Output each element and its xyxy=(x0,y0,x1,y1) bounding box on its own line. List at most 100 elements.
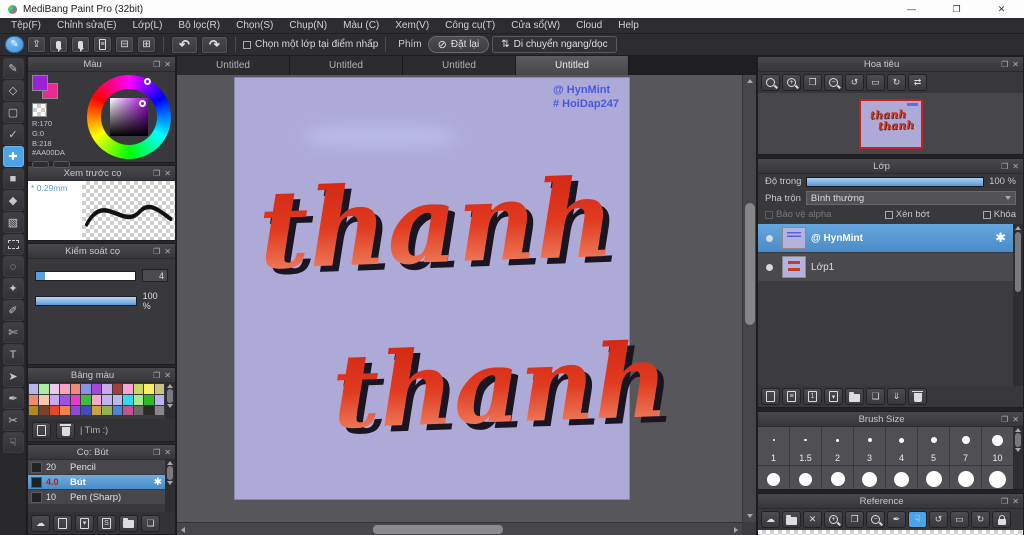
menu-item[interactable]: Chọn(S) xyxy=(228,20,281,31)
divide-tool[interactable]: ✂ xyxy=(2,410,24,431)
canvas[interactable]: @ HynMint # HoiDap247 thanh thanh thanh … xyxy=(235,78,676,499)
close-panel-icon[interactable]: ✕ xyxy=(1012,415,1019,424)
popout-panel-icon[interactable]: ❐ xyxy=(153,247,160,256)
eyedropper-icon[interactable]: ✒ xyxy=(887,511,906,528)
scroll-thumb[interactable] xyxy=(167,389,173,403)
palette-swatch[interactable] xyxy=(60,406,70,415)
menu-item[interactable]: Chụp(N) xyxy=(281,20,335,31)
select-pen-tool[interactable]: ✐ xyxy=(2,300,24,321)
palette-swatch[interactable] xyxy=(133,406,144,415)
brush-size-value[interactable]: 4 xyxy=(142,269,168,282)
Pencil[interactable]: 20 Pencil xyxy=(28,460,165,475)
layer-settings-icon[interactable]: ✱ xyxy=(995,230,1006,246)
lock-checkbox[interactable]: Khóa xyxy=(982,209,1016,220)
duplicate-brush-icon[interactable]: ❏ xyxy=(141,514,160,532)
layer-list-scrollbar[interactable] xyxy=(1013,224,1023,386)
open-folder-icon[interactable] xyxy=(782,511,801,528)
popout-panel-icon[interactable]: ❐ xyxy=(1001,60,1008,69)
color-option-button-2[interactable] xyxy=(53,161,70,168)
color-wheel[interactable] xyxy=(87,75,171,159)
scroll-down-button[interactable] xyxy=(743,510,756,522)
popout-panel-icon[interactable]: ❐ xyxy=(153,448,160,457)
close-button[interactable]: ✕ xyxy=(979,0,1024,18)
palette-search-label[interactable]: | Tìm :) xyxy=(80,425,108,435)
close-panel-icon[interactable]: ✕ xyxy=(1012,497,1019,506)
delete-palette-color-button[interactable] xyxy=(56,421,75,439)
menu-item[interactable]: Lớp(L) xyxy=(125,20,171,31)
minimize-button[interactable]: — xyxy=(889,0,934,18)
select-layer-checkbox[interactable]: Chọn một lớp tại điểm nhấp xyxy=(243,39,378,50)
document-tab[interactable]: Untitled xyxy=(403,56,516,75)
palette-swatch[interactable] xyxy=(112,406,123,415)
zoom-out-icon[interactable]: − xyxy=(866,511,885,528)
zoom-in-icon[interactable]: + xyxy=(824,511,843,528)
brush-size-cell[interactable] xyxy=(918,466,949,489)
snap-tool[interactable]: ✓ xyxy=(2,124,24,145)
close-panel-icon[interactable]: ✕ xyxy=(164,371,171,380)
reset-button[interactable]: ⊘ Đặt lại xyxy=(427,36,490,53)
palette-swatch[interactable] xyxy=(81,395,91,405)
vertical-scrollbar[interactable] xyxy=(742,75,756,522)
brush-size-cell[interactable] xyxy=(950,466,981,489)
undo-button[interactable]: ↶ xyxy=(171,35,198,54)
palette-swatch[interactable] xyxy=(154,384,164,394)
hand-tool[interactable]: ☟ xyxy=(2,432,24,453)
layer-visibility-toggle[interactable] xyxy=(766,234,773,242)
palette-swatch[interactable] xyxy=(123,384,133,394)
palette-swatch[interactable] xyxy=(91,406,102,415)
close-panel-icon[interactable]: ✕ xyxy=(164,169,171,178)
sv-marker[interactable] xyxy=(139,100,146,107)
brush-tool[interactable]: ✎ xyxy=(2,58,24,79)
scroll-up-button[interactable] xyxy=(743,75,756,87)
add-brush-icon[interactable] xyxy=(53,514,72,532)
brush-size-cell[interactable]: 5 xyxy=(918,427,949,465)
clipping-checkbox[interactable]: Xén bớt xyxy=(884,209,929,220)
eraser-tool[interactable]: ◇ xyxy=(2,80,24,101)
fit-window-icon[interactable]: ❒ xyxy=(845,511,864,528)
menu-item[interactable]: Công cụ(T) xyxy=(437,20,503,31)
folder-icon[interactable] xyxy=(845,388,864,405)
folder-icon[interactable] xyxy=(119,514,138,532)
brush-size-cell[interactable] xyxy=(822,466,853,489)
brush-settings-icon[interactable]: ✱ xyxy=(154,477,162,488)
zoom-actual-icon[interactable] xyxy=(761,74,780,91)
palette-swatch[interactable] xyxy=(144,384,154,394)
document-tab[interactable]: Untitled xyxy=(177,56,290,75)
operation-tool[interactable]: ➤ xyxy=(2,366,24,387)
brush-size-cell[interactable] xyxy=(982,466,1013,489)
palette-swatch[interactable] xyxy=(133,395,144,405)
palette-swatch[interactable] xyxy=(102,384,112,394)
scroll-up-icon[interactable] xyxy=(1015,428,1021,432)
palette-swatch[interactable] xyxy=(91,384,102,394)
merge-layer-icon[interactable]: ⇓ xyxy=(887,388,906,405)
palette-swatch[interactable] xyxy=(144,395,154,405)
flip-icon[interactable]: ⇄ xyxy=(908,74,927,91)
duplicate-layer-icon[interactable]: ❏ xyxy=(866,388,885,405)
palette-scrollbar[interactable] xyxy=(165,383,175,419)
palette-swatch[interactable] xyxy=(49,395,60,405)
select-eraser-tool[interactable]: ✄ xyxy=(2,322,24,343)
cloud-icon[interactable]: ☁ xyxy=(761,511,780,528)
redo-button[interactable]: ↷ xyxy=(201,35,228,54)
add-layer-menu-icon[interactable]: ▾ xyxy=(824,388,843,405)
palette-swatch[interactable] xyxy=(29,406,39,415)
brush-opacity-slider[interactable] xyxy=(35,296,137,306)
material-list-icon[interactable]: ⊟ xyxy=(115,36,134,53)
comment-icon[interactable] xyxy=(49,36,68,53)
menu-item[interactable]: Chỉnh sửa(E) xyxy=(49,20,125,31)
palette-swatch[interactable] xyxy=(144,406,154,415)
scroll-up-icon[interactable] xyxy=(167,461,173,465)
protect-alpha-checkbox[interactable]: Bảo vệ alpha xyxy=(765,209,831,220)
lasso-tool[interactable]: ◌ xyxy=(2,256,24,277)
brush-size-slider[interactable] xyxy=(35,270,137,281)
palette-swatch[interactable] xyxy=(39,395,49,405)
add-palette-color-button[interactable] xyxy=(32,421,51,439)
layer-visibility-toggle[interactable] xyxy=(766,263,773,271)
Bút[interactable]: 4.0 Bút ✱ xyxy=(28,475,165,490)
select-tool[interactable] xyxy=(2,234,24,255)
rotate-reset-icon[interactable]: ▭ xyxy=(866,74,885,91)
palette-swatch[interactable] xyxy=(49,384,60,394)
palette-swatch[interactable] xyxy=(154,395,164,405)
transparent-color-swatch[interactable] xyxy=(32,103,47,117)
Lớp1[interactable]: Lớp1 xyxy=(758,253,1013,282)
